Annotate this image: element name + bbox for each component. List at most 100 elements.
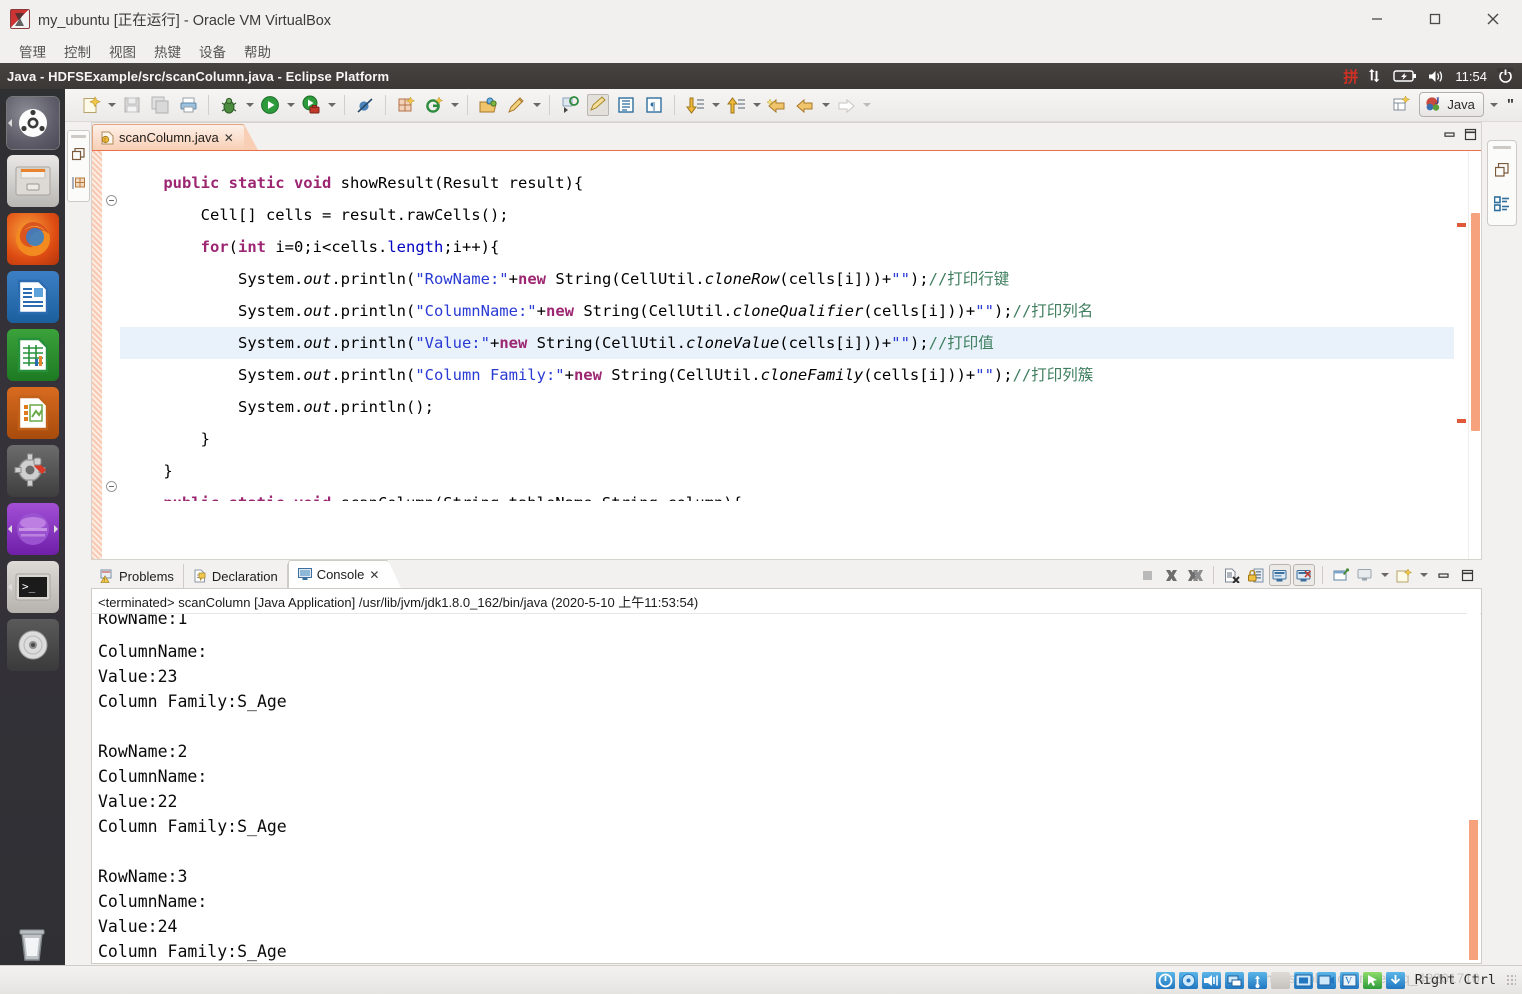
debug-dropdown[interactable]	[243, 94, 256, 116]
terminate-button[interactable]	[1136, 564, 1158, 586]
open-console-button[interactable]	[1330, 564, 1352, 586]
clock-indicator[interactable]: 11:54	[1455, 69, 1487, 84]
menu-control[interactable]: 控制	[55, 41, 100, 61]
previous-annotation-dropdown[interactable]	[750, 94, 763, 116]
rail-handle[interactable]	[71, 135, 86, 138]
clear-console-button[interactable]	[1221, 564, 1243, 586]
search-button[interactable]	[505, 94, 527, 116]
new-java-project-button[interactable]	[395, 94, 417, 116]
eclipse-icon[interactable]	[6, 503, 59, 555]
ime-indicator-icon[interactable]: 拼	[1343, 66, 1358, 87]
new-java-class-dropdown[interactable]	[448, 94, 461, 116]
software-updater-icon[interactable]	[6, 445, 59, 497]
tab-declaration[interactable]: Declaration	[184, 564, 288, 588]
gear-icon[interactable]	[1497, 67, 1514, 85]
show-whitespace-button[interactable]	[587, 94, 609, 116]
trash-icon[interactable]	[6, 918, 58, 970]
scroll-lock-button[interactable]	[1245, 564, 1267, 586]
new-wizard-button[interactable]	[80, 94, 102, 116]
debug-button[interactable]	[218, 94, 240, 116]
menu-view[interactable]: 视图	[100, 41, 145, 61]
chevron-down-icon[interactable]	[1378, 564, 1391, 586]
audio-icon[interactable]	[1201, 971, 1221, 989]
close-icon[interactable]: ✕	[224, 132, 234, 144]
hard-disk-icon[interactable]	[1155, 971, 1175, 989]
chevron-down-icon-2[interactable]	[1417, 564, 1430, 586]
close-icon[interactable]: ✕	[369, 569, 379, 581]
display-console-dropdown-button[interactable]	[1354, 564, 1376, 586]
run-dropdown[interactable]	[284, 94, 297, 116]
annotation-overview-ruler[interactable]	[1454, 151, 1468, 559]
remove-launch-button[interactable]	[1160, 564, 1182, 586]
minimize-button[interactable]	[1348, 0, 1406, 38]
tab-console[interactable]: Console ✕	[287, 560, 402, 588]
restore-toolbar-button[interactable]: "	[1507, 96, 1514, 113]
next-annotation-button[interactable]	[684, 94, 706, 116]
open-perspective-button[interactable]	[1390, 94, 1412, 116]
forward-button[interactable]	[835, 94, 857, 116]
word-wrap-button[interactable]: ¶	[643, 94, 665, 116]
new-wizard-dropdown[interactable]	[105, 94, 118, 116]
menu-devices[interactable]: 设备	[190, 41, 235, 61]
volume-icon[interactable]	[1427, 69, 1445, 84]
folding-column[interactable]	[102, 151, 120, 559]
external-tools-dropdown[interactable]	[325, 94, 338, 116]
console-vertical-scrollbar[interactable]	[1467, 590, 1480, 962]
minimize-icon[interactable]	[1443, 128, 1456, 146]
open-type-button[interactable]	[477, 94, 499, 116]
new-console-view-button[interactable]	[1393, 564, 1415, 586]
minimize-view-button[interactable]	[1432, 564, 1454, 586]
optical-disk-icon[interactable]	[1178, 971, 1198, 989]
print-button[interactable]	[177, 94, 199, 116]
save-all-button[interactable]	[149, 94, 171, 116]
disc-icon[interactable]	[6, 619, 59, 671]
display-icon[interactable]	[1293, 971, 1313, 989]
editor-tab-scancolumn[interactable]: ! scanColumn.java ✕	[92, 124, 258, 150]
pin-console-button[interactable]	[1269, 564, 1291, 586]
menu-hotkeys[interactable]: 热键	[145, 41, 190, 61]
libreoffice-writer-icon[interactable]	[6, 271, 59, 323]
firefox-icon[interactable]	[6, 213, 59, 265]
network-icon[interactable]	[1224, 971, 1244, 989]
fold-collapse-icon[interactable]	[105, 195, 117, 206]
search-dropdown[interactable]	[530, 94, 543, 116]
libreoffice-calc-icon[interactable]	[6, 329, 59, 381]
restore-view-icon[interactable]	[71, 147, 85, 166]
close-button[interactable]	[1464, 0, 1522, 38]
maximize-view-button[interactable]	[1456, 564, 1478, 586]
network-icon[interactable]	[1368, 68, 1383, 84]
usb-icon[interactable]	[1247, 971, 1267, 989]
new-java-class-button[interactable]	[423, 94, 445, 116]
skip-breakpoints-button[interactable]	[354, 94, 376, 116]
console-output[interactable]: RowName:1 ColumnName: Value:23 Column Famil…	[92, 614, 1481, 963]
battery-icon[interactable]	[1393, 69, 1417, 83]
shared-folder-icon[interactable]	[1270, 971, 1290, 989]
toggle-mark-occurrences-button[interactable]	[559, 94, 581, 116]
outline-view-icon[interactable]	[1493, 196, 1510, 217]
back-dropdown[interactable]	[819, 94, 832, 116]
mouse-capture-icon[interactable]	[1362, 971, 1382, 989]
code-editor[interactable]: public static void showResult(Result res…	[92, 150, 1481, 559]
back-button[interactable]	[794, 94, 816, 116]
libreoffice-impress-icon[interactable]	[6, 387, 59, 439]
block-selection-button[interactable]	[615, 94, 637, 116]
resize-grip[interactable]	[1506, 974, 1516, 986]
run-button[interactable]	[259, 94, 281, 116]
last-edit-location-button[interactable]	[766, 94, 788, 116]
tab-problems[interactable]: ! Problems	[91, 564, 184, 588]
fold-collapse-icon-2[interactable]	[105, 481, 117, 492]
ubuntu-dash-icon[interactable]	[6, 97, 59, 149]
virtualization-icon[interactable]: V	[1339, 971, 1359, 989]
maximize-button[interactable]	[1406, 0, 1464, 38]
maximize-icon[interactable]	[1464, 128, 1477, 146]
next-annotation-dropdown[interactable]	[709, 94, 722, 116]
menu-help[interactable]: 帮助	[235, 41, 280, 61]
terminal-icon[interactable]: >_	[6, 561, 59, 613]
package-explorer-icon[interactable]	[71, 176, 86, 195]
restore-view-icon-right[interactable]	[1494, 162, 1509, 182]
forward-dropdown[interactable]	[860, 94, 873, 116]
display-selected-console-button[interactable]	[1293, 564, 1315, 586]
code-content[interactable]: public static void showResult(Result res…	[120, 151, 1454, 559]
rail-handle-right[interactable]	[1493, 146, 1511, 149]
save-button[interactable]	[121, 94, 143, 116]
